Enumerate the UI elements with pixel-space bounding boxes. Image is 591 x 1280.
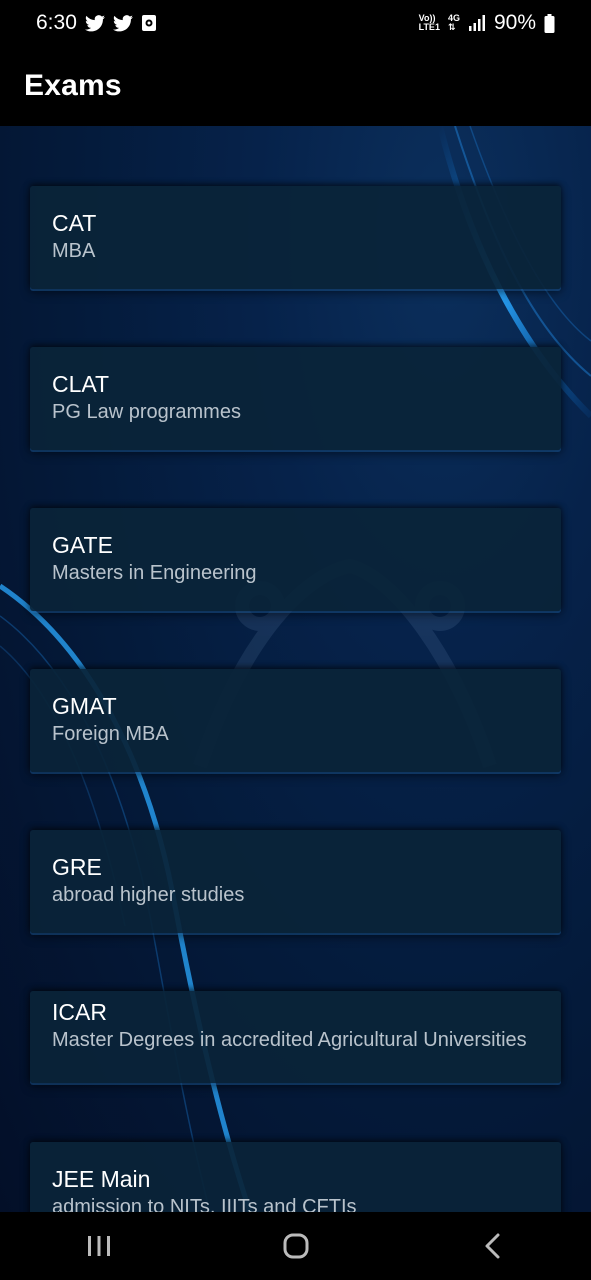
exam-title: CAT <box>52 210 97 236</box>
twitter-icon <box>84 14 105 32</box>
recent-apps-icon <box>87 1236 110 1256</box>
back-icon <box>485 1233 499 1259</box>
exam-title: CLAT <box>52 371 110 397</box>
exam-title: ICAR <box>52 999 107 1025</box>
exam-title: GRE <box>52 854 102 880</box>
status-bar-left: 6:30 <box>36 11 157 35</box>
home-icon <box>283 1233 308 1259</box>
recent-apps-button[interactable] <box>69 1216 129 1276</box>
exam-list[interactable]: CAT MBA CLAT PG Law programmes GATE Mast… <box>0 126 591 1212</box>
exam-card-jee-main[interactable]: JEE Main admission to NITs, IIITs and CF… <box>30 1142 561 1212</box>
exam-card-gre[interactable]: GRE abroad higher studies <box>30 830 561 933</box>
home-button[interactable] <box>266 1216 326 1276</box>
exam-subtitle: Masters in Engineering <box>52 562 257 584</box>
battery-icon <box>544 13 555 33</box>
navigation-bar <box>0 1212 591 1280</box>
exam-card-icar[interactable]: ICAR Master Degrees in accredited Agricu… <box>30 991 561 1083</box>
exam-subtitle: admission to NITs, IIITs and CFTIs <box>52 1196 357 1212</box>
signal-icon <box>468 15 486 31</box>
exam-subtitle: Foreign MBA <box>52 723 169 745</box>
exam-card-gmat[interactable]: GMAT Foreign MBA <box>30 669 561 772</box>
exam-card-cat[interactable]: CAT MBA <box>30 186 561 289</box>
clock: 6:30 <box>36 11 77 34</box>
status-bar-right: Vo)) LTE1 4G ⇅ 90% <box>419 11 555 35</box>
exam-subtitle: abroad higher studies <box>52 884 245 906</box>
status-bar: 6:30 Vo)) LTE1 4G ⇅ 90% <box>0 0 591 46</box>
battery-percent: 90% <box>493 11 536 34</box>
exam-card-gate[interactable]: GATE Masters in Engineering <box>30 508 561 611</box>
exam-card-clat[interactable]: CLAT PG Law programmes <box>30 347 561 450</box>
exam-subtitle: PG Law programmes <box>52 401 241 423</box>
twitter-icon <box>112 14 133 32</box>
exam-title: GMAT <box>52 693 117 719</box>
exam-title: GATE <box>52 532 113 558</box>
notification-icon <box>141 14 157 32</box>
exam-subtitle: MBA <box>52 240 96 262</box>
exam-title: JEE Main <box>52 1166 151 1192</box>
volte-indicator: Vo)) LTE1 <box>418 13 440 32</box>
exam-subtitle: Master Degrees in accredited Agricultura… <box>52 1029 527 1051</box>
app-bar: Exams <box>0 46 591 126</box>
network-type-indicator: 4G ⇅ <box>447 13 460 32</box>
page-title: Exams <box>24 69 122 102</box>
back-button[interactable] <box>463 1216 523 1276</box>
